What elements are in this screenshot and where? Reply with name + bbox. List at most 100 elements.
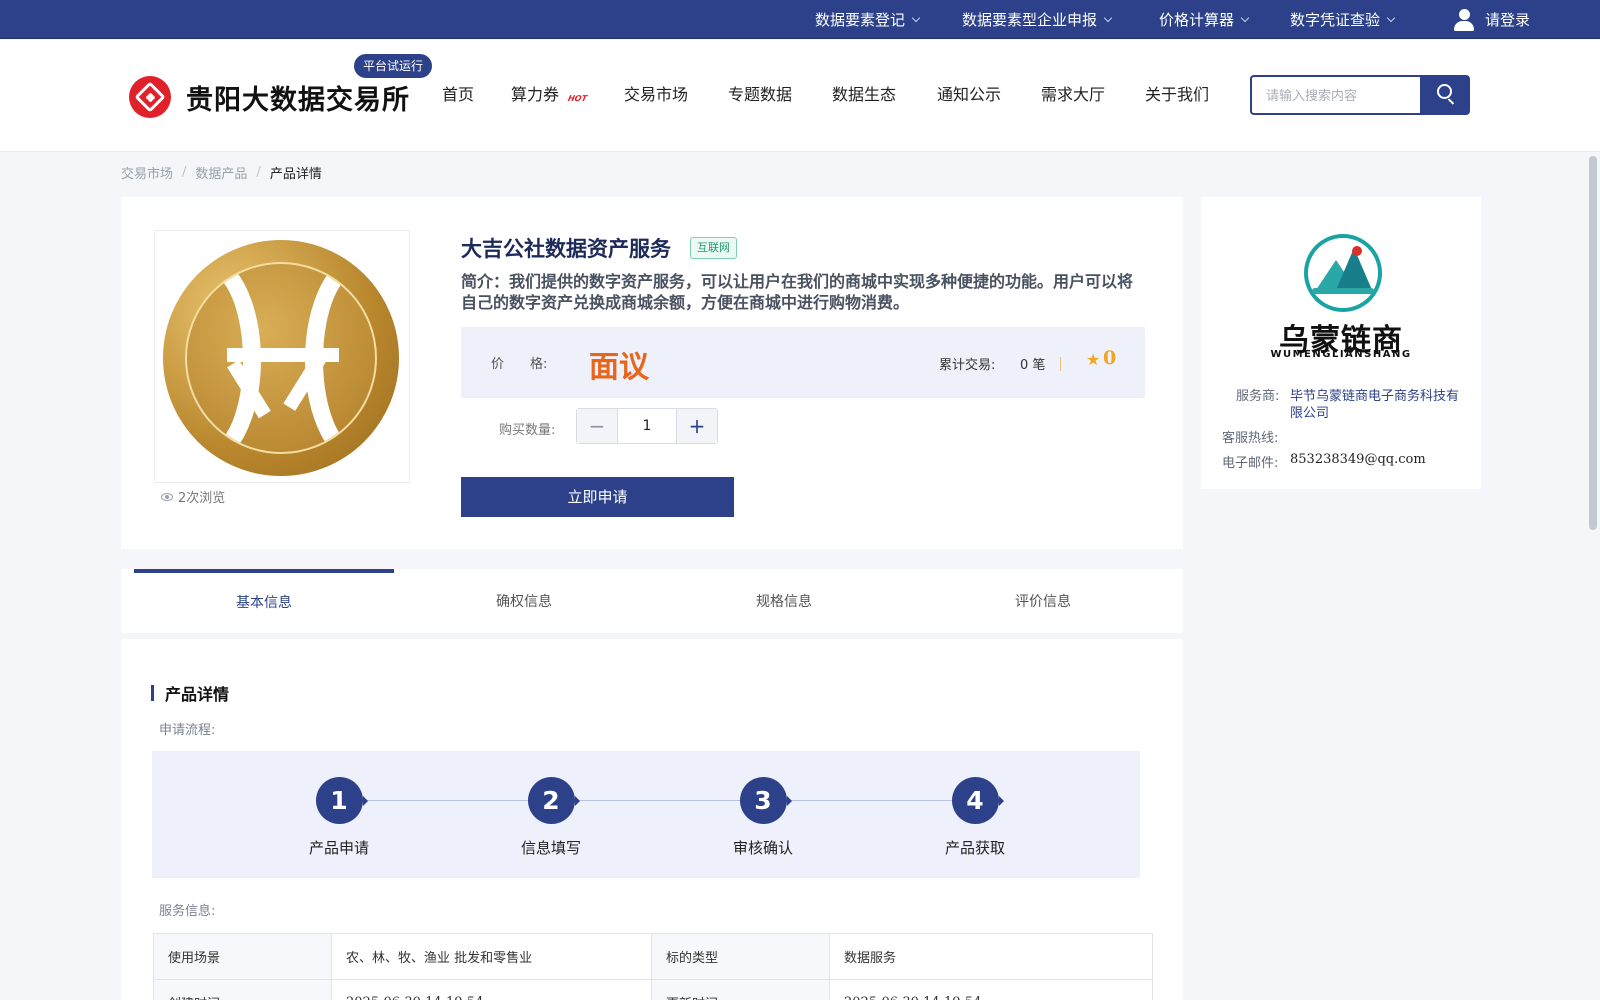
logo-name[interactable]: 贵阳大数据交易所 — [186, 78, 410, 117]
merchant-card: 乌蒙链商 WUMENGLIANSHANG 服务商: 毕节乌蒙链商电子商务科技有 … — [1201, 197, 1481, 489]
price-panel: 价 格: 面议 累计交易: 0 笔 ★ 0 — [461, 327, 1145, 398]
user-icon — [1453, 8, 1475, 32]
merchant-logo-subtext: WUMENGLIANSHANG — [1270, 349, 1412, 360]
chevron-down-icon — [911, 13, 921, 22]
quantity-stepper: − 1 + — [576, 408, 718, 444]
view-count-label: 2次浏览 — [178, 491, 226, 506]
chevron-down-icon — [1386, 13, 1396, 22]
step-label: 信息填写 — [520, 839, 581, 857]
step-number: 1 — [315, 777, 368, 824]
product-image — [154, 230, 410, 483]
table-key: 更新时间 — [651, 979, 830, 1000]
view-count: 2次浏览 — [161, 487, 225, 506]
mountain-logo-icon — [1304, 234, 1382, 312]
main-header: 贵阳大数据交易所 平台试运行 首页 算力券 HOT 交易市场 专题数据 数据生态… — [0, 40, 1600, 152]
provider-label: 服务商: — [1236, 389, 1280, 404]
step-label: 产品获取 — [944, 839, 1005, 857]
provider-name-line2[interactable]: 限公司 — [1290, 402, 1329, 421]
flow-step: 2 信息填写 — [481, 777, 621, 858]
flow-connector — [332, 800, 968, 801]
tab-rights-info[interactable]: 确权信息 — [394, 569, 654, 633]
nav-market[interactable]: 交易市场 — [624, 80, 688, 110]
hotline-label: 客服热线: — [1222, 431, 1279, 446]
quantity-label: 购买数量: — [499, 423, 556, 438]
divider — [1060, 357, 1061, 371]
breadcrumb-current: 产品详情 — [269, 167, 322, 182]
chevron-down-icon — [1103, 13, 1113, 22]
star-icon: ★ — [1086, 350, 1101, 369]
login-label: 请登录 — [1485, 11, 1531, 29]
nav-topic-data[interactable]: 专题数据 — [728, 80, 792, 110]
topnav-label: 数据要素型企业申报 — [962, 11, 1098, 29]
breadcrumb: 交易市场 / 数据产品 / 产品详情 — [121, 163, 322, 182]
breadcrumb-separator: / — [182, 165, 187, 180]
nav-home[interactable]: 首页 — [442, 80, 474, 110]
quantity-value[interactable]: 1 — [617, 409, 677, 443]
nav-ecosystem[interactable]: 数据生态 — [832, 80, 896, 110]
trade-count-value: 0 笔 — [1020, 358, 1046, 373]
section-title: 产品详情 — [151, 681, 229, 705]
step-number: 3 — [739, 777, 792, 824]
product-title: 大吉公社数据资产服务 — [461, 236, 671, 261]
gold-coin-logo-icon — [163, 240, 399, 476]
nav-about[interactable]: 关于我们 — [1145, 80, 1209, 110]
login-link[interactable]: 请登录 — [1453, 0, 1530, 39]
chevron-down-icon — [1240, 13, 1250, 22]
page-scrollbar-thumb[interactable] — [1589, 156, 1597, 530]
table-key: 创建时间 — [153, 979, 332, 1000]
hot-badge: HOT — [567, 94, 588, 103]
rating-value: 0 — [1103, 347, 1117, 369]
flow-step: 3 审核确认 — [693, 777, 833, 858]
section-marker — [151, 685, 154, 701]
breadcrumb-market[interactable]: 交易市场 — [121, 163, 173, 182]
category-tag: 互联网 — [690, 237, 737, 259]
exchange-logo-icon[interactable] — [129, 76, 171, 118]
product-description: 简介：我们提供的数字资产服务，可以让用户在我们的商城中实现多种便捷的功能。用户可… — [461, 272, 1134, 312]
nav-notices[interactable]: 通知公示 — [937, 80, 1001, 110]
detail-tabs: 基本信息 确权信息 规格信息 评价信息 — [121, 569, 1183, 633]
table-value: 2025-06-30 14:19:54 — [331, 979, 652, 1000]
breadcrumb-data-products[interactable]: 数据产品 — [195, 163, 247, 182]
breadcrumb-separator: / — [256, 165, 261, 180]
tab-review-info[interactable]: 评价信息 — [913, 569, 1173, 633]
topnav-label: 数据要素登记 — [815, 11, 906, 29]
apply-flow: 1 产品申请 2 信息填写 3 审核确认 4 产品获取 — [152, 751, 1140, 878]
tab-basic-info[interactable]: 基本信息 — [134, 569, 394, 633]
step-number: 4 — [951, 777, 1004, 824]
topnav-price-calculator[interactable]: 价格计算器 — [1159, 0, 1250, 39]
topnav-label: 价格计算器 — [1159, 11, 1235, 29]
topnav-data-registration[interactable]: 数据要素登记 — [815, 0, 921, 39]
search-button[interactable] — [1420, 75, 1470, 115]
top-bar: 数据要素登记 数据要素型企业申报 价格计算器 数字凭证查验 请登录 — [0, 0, 1600, 39]
price-value: 面议 — [589, 350, 649, 385]
product-card: 2次浏览 大吉公社数据资产服务 互联网 简介：我们提供的数字资产服务，可以让用户… — [121, 197, 1183, 549]
table-value: 数据服务 — [829, 933, 1153, 980]
nav-compute-voucher[interactable]: 算力券 — [511, 80, 559, 110]
table-value: 2025-06-30 14:19:54 — [829, 979, 1153, 1000]
email-value[interactable]: 853238349@qq.com — [1290, 452, 1426, 467]
decrease-button[interactable]: − — [577, 409, 617, 443]
eye-icon — [161, 492, 173, 501]
trade-count-label: 累计交易: — [939, 358, 996, 373]
apply-flow-label: 申请流程: — [159, 723, 216, 738]
table-key: 标的类型 — [651, 933, 830, 980]
step-label: 产品申请 — [308, 839, 369, 857]
table-row: 创建时间 2025-06-30 14:19:54 更新时间 2025-06-30… — [153, 979, 1153, 1000]
step-number: 2 — [527, 777, 580, 824]
topnav-voucher-check[interactable]: 数字凭证查验 — [1290, 0, 1396, 39]
service-info-label: 服务信息: — [159, 904, 216, 919]
product-detail-section: 产品详情 申请流程: 1 产品申请 2 信息填写 3 审核确认 4 产品获取 服… — [121, 639, 1183, 1000]
topnav-label: 数字凭证查验 — [1290, 11, 1381, 29]
search-input[interactable] — [1250, 75, 1420, 115]
flow-step: 1 产品申请 — [269, 777, 409, 858]
section-title-text: 产品详情 — [165, 685, 230, 704]
nav-demand-hall[interactable]: 需求大厅 — [1041, 80, 1105, 110]
trial-badge: 平台试运行 — [354, 54, 433, 78]
topnav-enterprise-declaration[interactable]: 数据要素型企业申报 — [962, 0, 1113, 39]
price-label: 价 格: — [491, 357, 548, 372]
step-label: 审核确认 — [732, 839, 793, 857]
tab-spec-info[interactable]: 规格信息 — [654, 569, 914, 633]
increase-button[interactable]: + — [677, 409, 717, 443]
table-row: 使用场景 农、林、牧、渔业 批发和零售业 标的类型 数据服务 — [153, 933, 1153, 980]
apply-now-button[interactable]: 立即申请 — [461, 477, 734, 517]
